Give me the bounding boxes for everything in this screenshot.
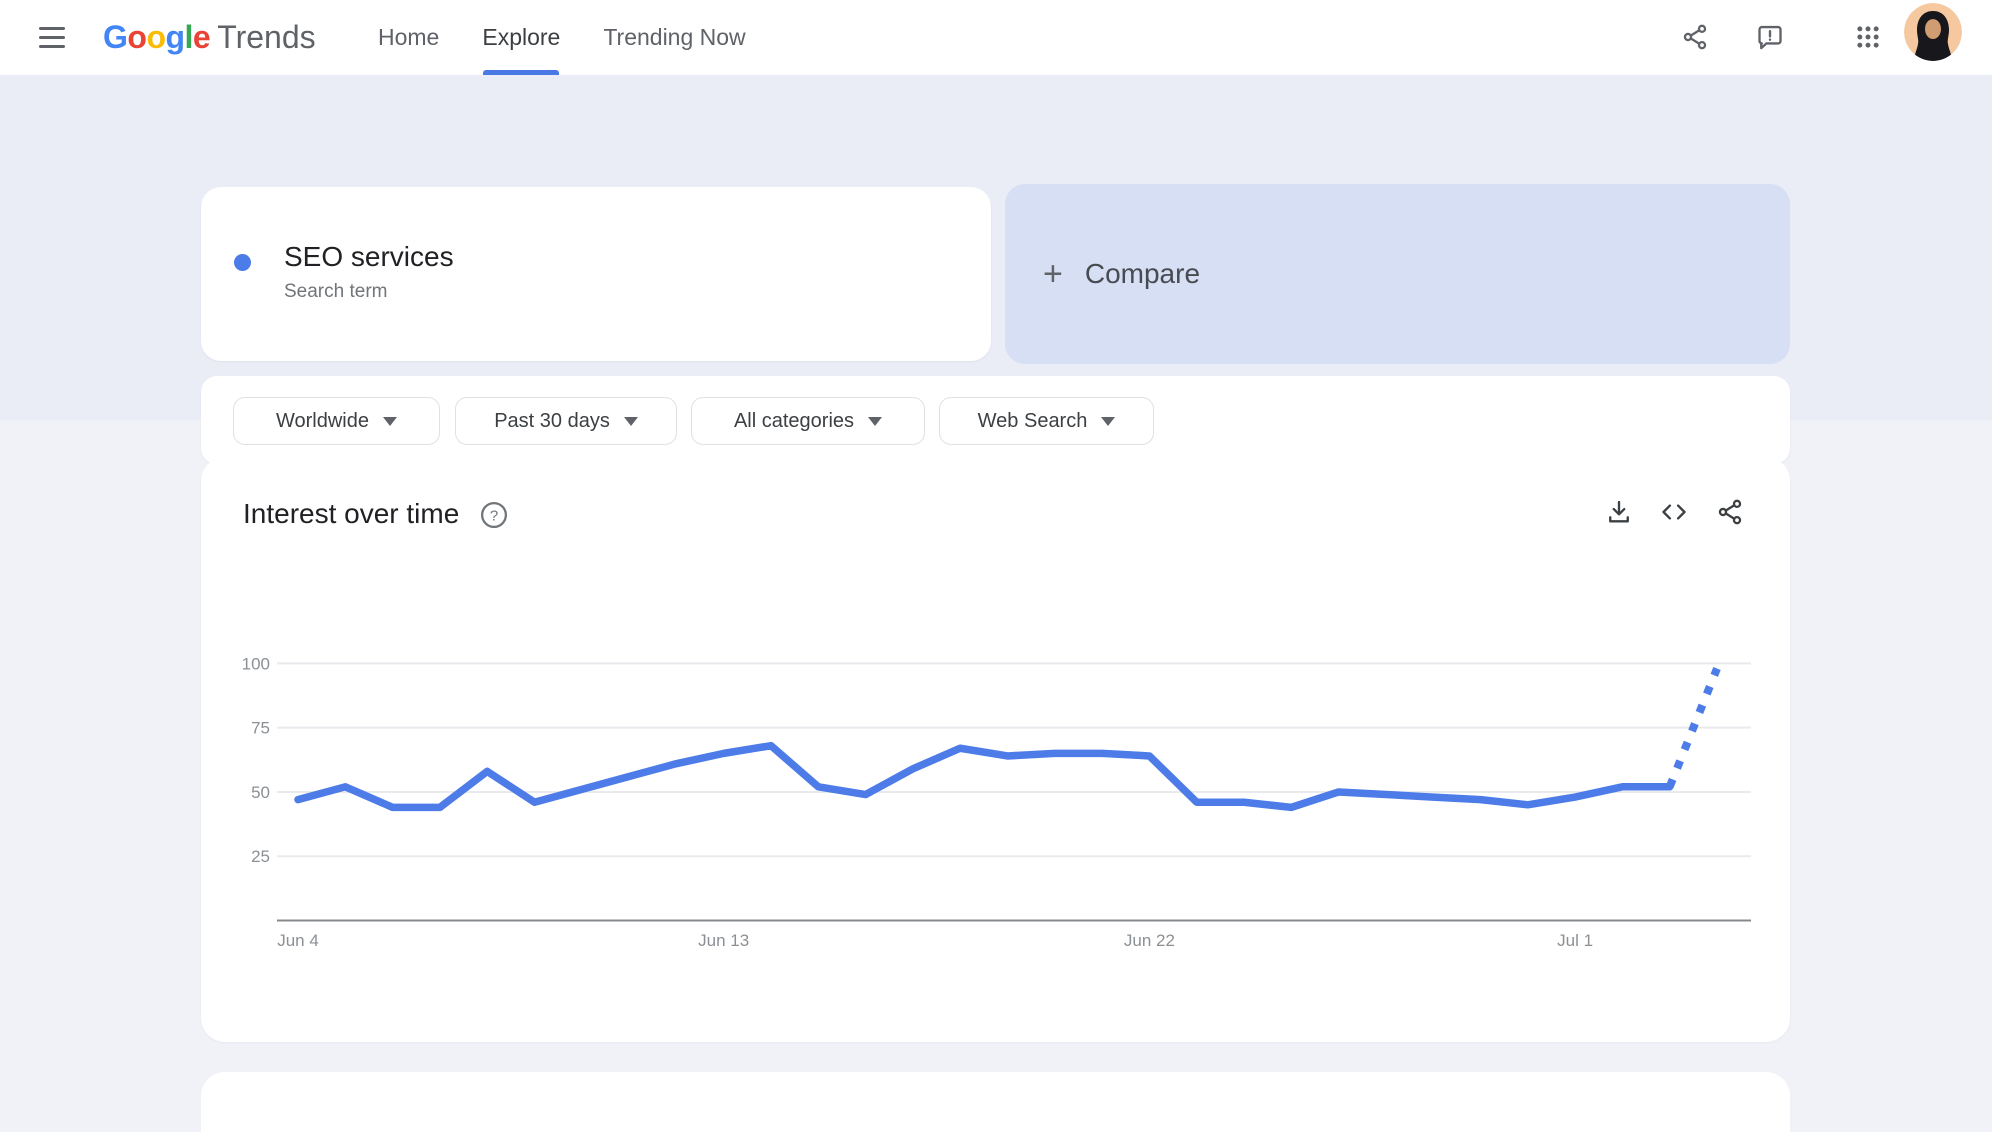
search-type-filter-dropdown[interactable]: Web Search	[939, 397, 1154, 445]
x-tick-label: Jul 1	[1557, 931, 1593, 950]
google-apps-button[interactable]	[1844, 13, 1892, 61]
y-tick-label: 75	[251, 719, 270, 738]
google-trends-logo[interactable]: Google Trends	[103, 0, 316, 75]
chevron-down-icon	[383, 417, 397, 426]
search-header-band: SEO services Search term + Compare World…	[0, 75, 1992, 420]
logo-letter: g	[165, 19, 184, 55]
feedback-icon	[1756, 23, 1784, 51]
y-tick-label: 100	[242, 654, 270, 673]
nav-tab-label: Explore	[482, 24, 560, 51]
menu-hamburger-icon[interactable]	[32, 17, 72, 57]
nav-tab-trending-now[interactable]: Trending Now	[603, 0, 745, 75]
nav-tab-explore[interactable]: Explore	[482, 0, 560, 75]
time-filter-value: Past 30 days	[494, 410, 610, 433]
nav-tab-home[interactable]: Home	[378, 0, 439, 75]
share-icon	[1681, 23, 1709, 51]
feedback-button[interactable]	[1746, 13, 1794, 61]
nav-tab-label: Home	[378, 24, 439, 51]
search-term-card[interactable]	[201, 187, 991, 361]
y-tick-label: 25	[251, 847, 270, 866]
trend-line-solid	[298, 746, 1670, 808]
logo-product-name: Trends	[217, 19, 315, 56]
logo-letter: G	[103, 19, 127, 55]
geo-filter-dropdown[interactable]: Worldwide	[233, 397, 440, 445]
x-tick-label: Jun 4	[277, 931, 319, 950]
logo-letter: e	[193, 19, 210, 55]
share-button[interactable]	[1671, 13, 1719, 61]
x-tick-label: Jun 13	[698, 931, 749, 950]
logo-letter: o	[146, 19, 165, 55]
chevron-down-icon	[1101, 417, 1115, 426]
logo-letter: o	[127, 19, 146, 55]
plus-icon: +	[1043, 257, 1063, 291]
add-comparison-button[interactable]: + Compare	[1005, 184, 1790, 364]
filters-bar: Worldwide Past 30 days All categories We…	[201, 376, 1790, 464]
logo-letter: l	[185, 19, 193, 55]
geo-filter-value: Worldwide	[276, 410, 369, 433]
compare-label: Compare	[1085, 258, 1200, 290]
category-filter-dropdown[interactable]: All categories	[691, 397, 925, 445]
apps-grid-icon	[1854, 23, 1882, 51]
x-tick-label: Jun 22	[1124, 931, 1175, 950]
search-term-type: Search term	[284, 281, 387, 303]
interest-over-time-line-chart[interactable]: 25 50 75 100 Jun 4 Jun 13 Jun 22 Jul 1	[201, 457, 1790, 1042]
chevron-down-icon	[624, 417, 638, 426]
active-tab-underline	[483, 70, 559, 75]
hamburger-bar	[39, 36, 65, 39]
y-tick-label: 50	[251, 783, 270, 802]
google-logo-letters: Google	[103, 19, 210, 56]
user-avatar[interactable]	[1904, 3, 1962, 61]
interest-over-time-card: Interest over time ? 255075100Jun 4Jun 1…	[201, 457, 1790, 1042]
search-term-text: SEO services	[284, 241, 454, 273]
chevron-down-icon	[868, 417, 882, 426]
search-type-filter-value: Web Search	[978, 410, 1088, 433]
hamburger-bar	[39, 27, 65, 30]
time-filter-dropdown[interactable]: Past 30 days	[455, 397, 677, 445]
hamburger-bar	[39, 45, 65, 48]
series-color-dot	[234, 254, 251, 271]
category-filter-value: All categories	[734, 410, 854, 433]
top-app-bar: Google Trends Home Explore Trending Now	[0, 0, 1992, 75]
next-section-card	[201, 1072, 1790, 1132]
nav-tab-label: Trending Now	[603, 24, 745, 51]
primary-nav: Home Explore Trending Now	[378, 0, 746, 75]
avatar-image	[1904, 3, 1962, 61]
